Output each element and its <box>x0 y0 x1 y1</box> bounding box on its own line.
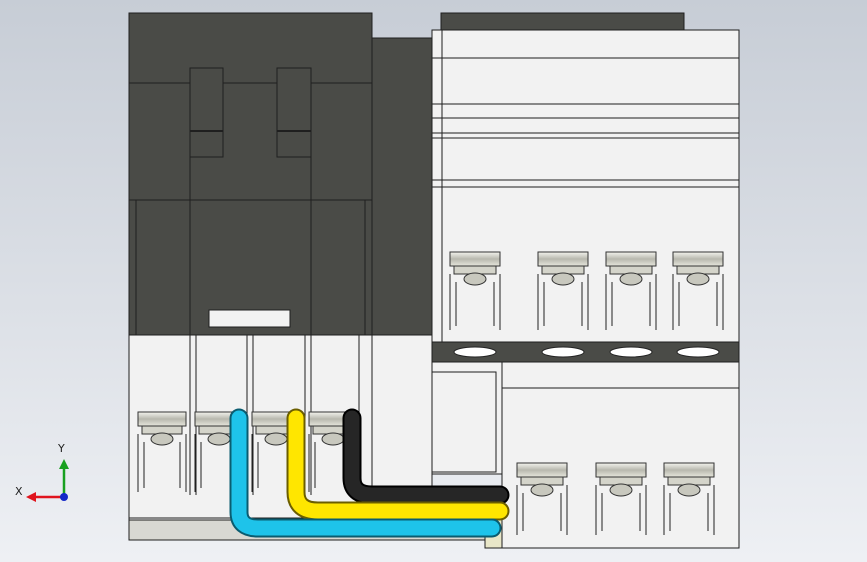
screw-shaft <box>619 272 643 286</box>
cad-viewport[interactable]: X Y <box>0 0 867 562</box>
middle-lower-block <box>371 334 433 496</box>
screw-shaft <box>686 272 710 286</box>
mounting-hole <box>453 346 497 358</box>
mounting-hole <box>541 346 585 358</box>
screw-head <box>516 462 568 478</box>
screw-shaft <box>321 432 345 446</box>
screw-head <box>605 251 657 267</box>
screw-shaft <box>677 483 701 497</box>
x-axis-label: X <box>15 485 23 498</box>
mounting-hole <box>609 346 653 358</box>
right-unit-body <box>431 29 740 343</box>
left-contactor-body <box>128 82 373 336</box>
screw-shaft <box>264 432 288 446</box>
right-unit-lower-left-inner <box>431 371 497 473</box>
nameplate <box>208 309 291 328</box>
y-axis-label: Y <box>58 442 65 455</box>
screw-shaft <box>463 272 487 286</box>
right-unit-lower-body <box>501 361 740 549</box>
screw-head <box>137 411 187 427</box>
screw-shaft <box>150 432 174 446</box>
screw-shaft <box>551 272 575 286</box>
z-axis-dot <box>60 493 68 501</box>
screw-head <box>663 462 715 478</box>
cad-model-view[interactable] <box>0 0 867 562</box>
screw-shaft <box>530 483 554 497</box>
screw-head <box>595 462 647 478</box>
middle-dark-block <box>371 37 433 336</box>
left-contactor-ridge-left <box>189 67 224 158</box>
left-contactor-ridge-right <box>276 67 312 158</box>
screw-shaft <box>609 483 633 497</box>
screw-head <box>672 251 724 267</box>
screw-shaft <box>207 432 231 446</box>
screw-head <box>449 251 501 267</box>
screw-head <box>537 251 589 267</box>
mounting-hole <box>676 346 720 358</box>
left-contactor-top-cap <box>128 12 373 84</box>
